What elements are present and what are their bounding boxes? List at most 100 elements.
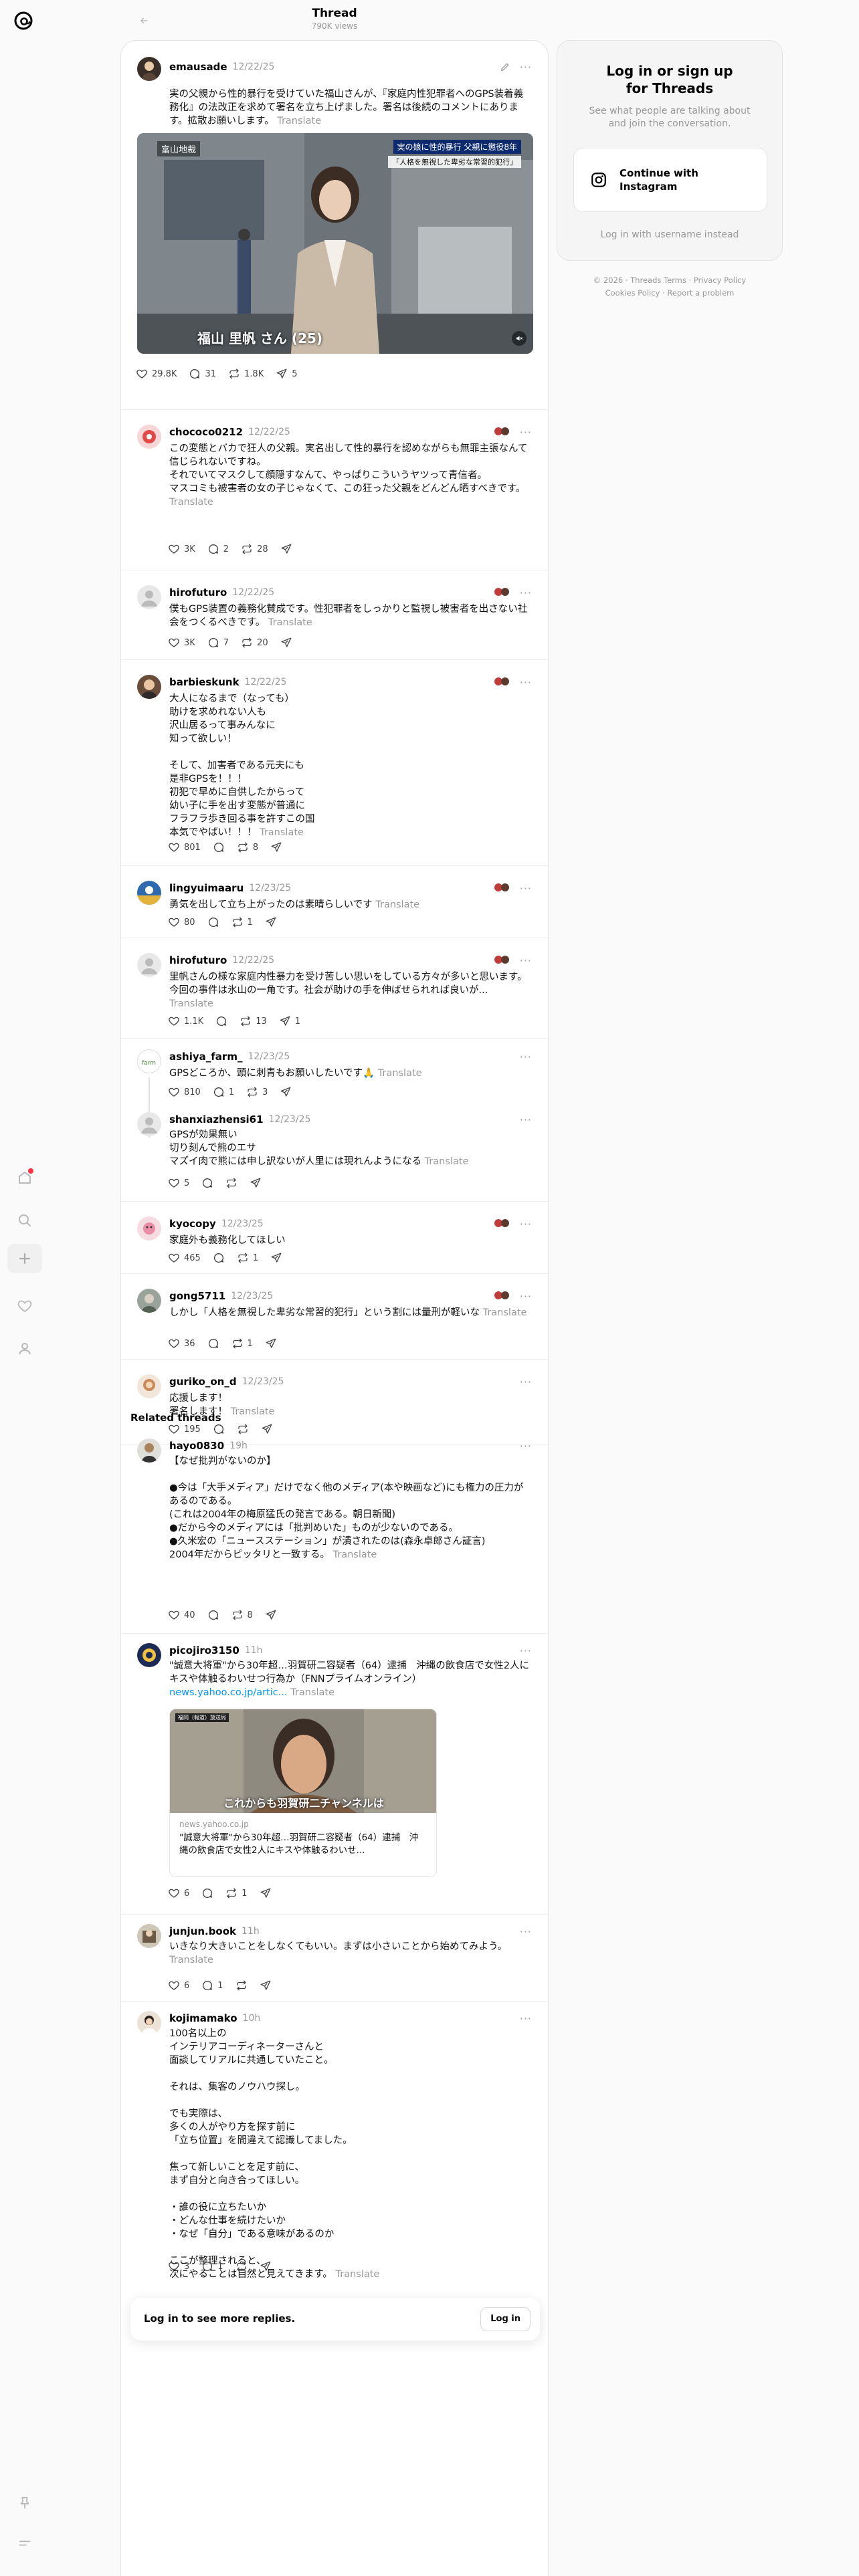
- reply-button[interactable]: 31: [189, 368, 216, 380]
- more-options-icon[interactable]: ···: [520, 676, 532, 689]
- continue-with-instagram-button[interactable]: Continue with Instagram: [573, 148, 767, 212]
- username[interactable]: kyocopy: [169, 1218, 216, 1230]
- share-button[interactable]: [270, 1252, 282, 1264]
- username[interactable]: barbieskunk: [169, 676, 240, 688]
- footer-links-2[interactable]: Cookies Policy · Report a problem: [557, 287, 783, 300]
- repost-button[interactable]: 8: [231, 1609, 253, 1621]
- reply-button[interactable]: 7: [207, 637, 229, 649]
- username[interactable]: chococo0212: [169, 426, 243, 438]
- more-options-icon[interactable]: ···: [520, 1440, 532, 1453]
- repost-button[interactable]: 28: [241, 543, 268, 555]
- repost-button[interactable]: 1.8K: [228, 368, 264, 380]
- reply-button[interactable]: 1: [201, 2260, 223, 2272]
- translate-link[interactable]: Translate: [333, 1549, 377, 1560]
- avatar[interactable]: [137, 675, 161, 699]
- like-button[interactable]: 801: [168, 841, 201, 853]
- timestamp[interactable]: 10h: [243, 2013, 261, 2024]
- translate-link[interactable]: Translate: [268, 617, 312, 628]
- share-button[interactable]: [280, 543, 292, 555]
- share-button[interactable]: [260, 1887, 272, 1899]
- article-link[interactable]: news.yahoo.co.jp/artic...: [169, 1687, 288, 1698]
- reply-button[interactable]: [213, 1252, 225, 1264]
- username[interactable]: hayo0830: [169, 1440, 224, 1452]
- more-options-icon[interactable]: ···: [520, 61, 532, 74]
- username[interactable]: guriko_on_d: [169, 1376, 237, 1388]
- repost-button[interactable]: 13: [240, 1015, 267, 1027]
- avatar[interactable]: [137, 1374, 161, 1398]
- create-post-button[interactable]: [7, 1244, 42, 1273]
- share-button[interactable]: [260, 2260, 272, 2272]
- timestamp[interactable]: 12/23/25: [221, 1218, 264, 1229]
- link-preview-card[interactable]: 福岡（報道）放送局 これからも羽賀研二チャンネルは news.yahoo.co.…: [169, 1709, 437, 1877]
- repost-button[interactable]: 3: [246, 1086, 268, 1098]
- username[interactable]: lingyuimaaru: [169, 882, 244, 894]
- translate-link[interactable]: Translate: [169, 497, 213, 508]
- timestamp[interactable]: 11h: [245, 1645, 263, 1656]
- translate-link[interactable]: Translate: [169, 1955, 213, 1965]
- timestamp[interactable]: 12/22/25: [232, 587, 274, 598]
- repost-button[interactable]: 1: [237, 1252, 258, 1264]
- like-button[interactable]: 3K: [168, 637, 195, 649]
- share-button[interactable]: [280, 1086, 292, 1098]
- reply-button[interactable]: [207, 1337, 219, 1350]
- more-options-icon[interactable]: ···: [520, 882, 532, 895]
- profile-icon[interactable]: [13, 1337, 36, 1360]
- like-button[interactable]: 40: [168, 1609, 195, 1621]
- more-options-icon[interactable]: ···: [520, 1218, 532, 1230]
- share-button[interactable]: [265, 1609, 277, 1621]
- more-options-icon[interactable]: ···: [520, 1644, 532, 1657]
- avatar[interactable]: [137, 585, 161, 609]
- repost-button[interactable]: 1: [231, 916, 253, 928]
- post-image[interactable]: 富山地裁 実の娘に性的暴行 父親に懲役8年 「人格を無視した卑劣な常習的犯行」 …: [137, 133, 533, 354]
- username[interactable]: ashiya_farm_: [169, 1051, 242, 1063]
- timestamp[interactable]: 11h: [242, 1926, 260, 1937]
- reply-button[interactable]: 1: [213, 1086, 234, 1098]
- avatar[interactable]: [137, 1112, 161, 1136]
- edit-icon[interactable]: [500, 62, 510, 72]
- username[interactable]: hirofuturo: [169, 586, 227, 599]
- share-button[interactable]: 5: [276, 368, 298, 380]
- timestamp[interactable]: 12/23/25: [231, 1291, 273, 1301]
- translate-link[interactable]: Translate: [277, 116, 321, 126]
- reply-button[interactable]: [207, 916, 219, 928]
- translate-link[interactable]: Translate: [483, 1307, 527, 1318]
- username[interactable]: shanxiazhensi61: [169, 1113, 264, 1125]
- avatar[interactable]: [137, 425, 161, 449]
- repost-button[interactable]: 1: [231, 1337, 253, 1350]
- translate-link[interactable]: Translate: [290, 1687, 335, 1698]
- timestamp[interactable]: 12/23/25: [249, 883, 291, 893]
- share-button[interactable]: 1: [279, 1015, 300, 1027]
- more-options-icon[interactable]: ···: [520, 586, 532, 599]
- timestamp[interactable]: 19h: [229, 1440, 248, 1451]
- reply-button[interactable]: [213, 841, 225, 853]
- avatar[interactable]: [137, 2011, 161, 2035]
- like-button[interactable]: 3K: [168, 543, 195, 555]
- activity-heart-icon[interactable]: [13, 1295, 36, 1317]
- avatar[interactable]: [137, 57, 161, 81]
- timestamp[interactable]: 12/22/25: [248, 427, 290, 437]
- translate-link[interactable]: Translate: [169, 998, 213, 1009]
- like-button[interactable]: 5: [168, 1177, 189, 1189]
- username[interactable]: gong5711: [169, 1290, 225, 1302]
- more-options-icon[interactable]: ···: [520, 1925, 532, 1938]
- avatar[interactable]: [137, 953, 161, 977]
- like-button[interactable]: 36: [168, 1337, 195, 1350]
- repost-button[interactable]: [235, 1979, 248, 1992]
- repost-button[interactable]: [225, 1177, 237, 1189]
- avatar[interactable]: [137, 1924, 161, 1948]
- log-in-button[interactable]: Log in: [480, 2307, 531, 2331]
- avatar[interactable]: [137, 881, 161, 905]
- more-options-icon[interactable]: ···: [520, 2012, 532, 2025]
- reply-button[interactable]: [201, 1887, 213, 1899]
- reply-button[interactable]: [215, 1015, 227, 1027]
- timestamp[interactable]: 12/22/25: [232, 955, 274, 966]
- translate-link[interactable]: Translate: [378, 1068, 422, 1079]
- share-button[interactable]: [280, 637, 292, 649]
- avatar[interactable]: farm: [137, 1049, 161, 1073]
- translate-link[interactable]: Translate: [231, 1406, 275, 1417]
- reply-button[interactable]: [201, 1177, 213, 1189]
- username[interactable]: kojimamako: [169, 2012, 237, 2024]
- reply-button[interactable]: 2: [207, 543, 229, 555]
- more-options-icon[interactable]: ···: [520, 1290, 532, 1303]
- username-login-link[interactable]: Log in with username instead: [557, 229, 782, 240]
